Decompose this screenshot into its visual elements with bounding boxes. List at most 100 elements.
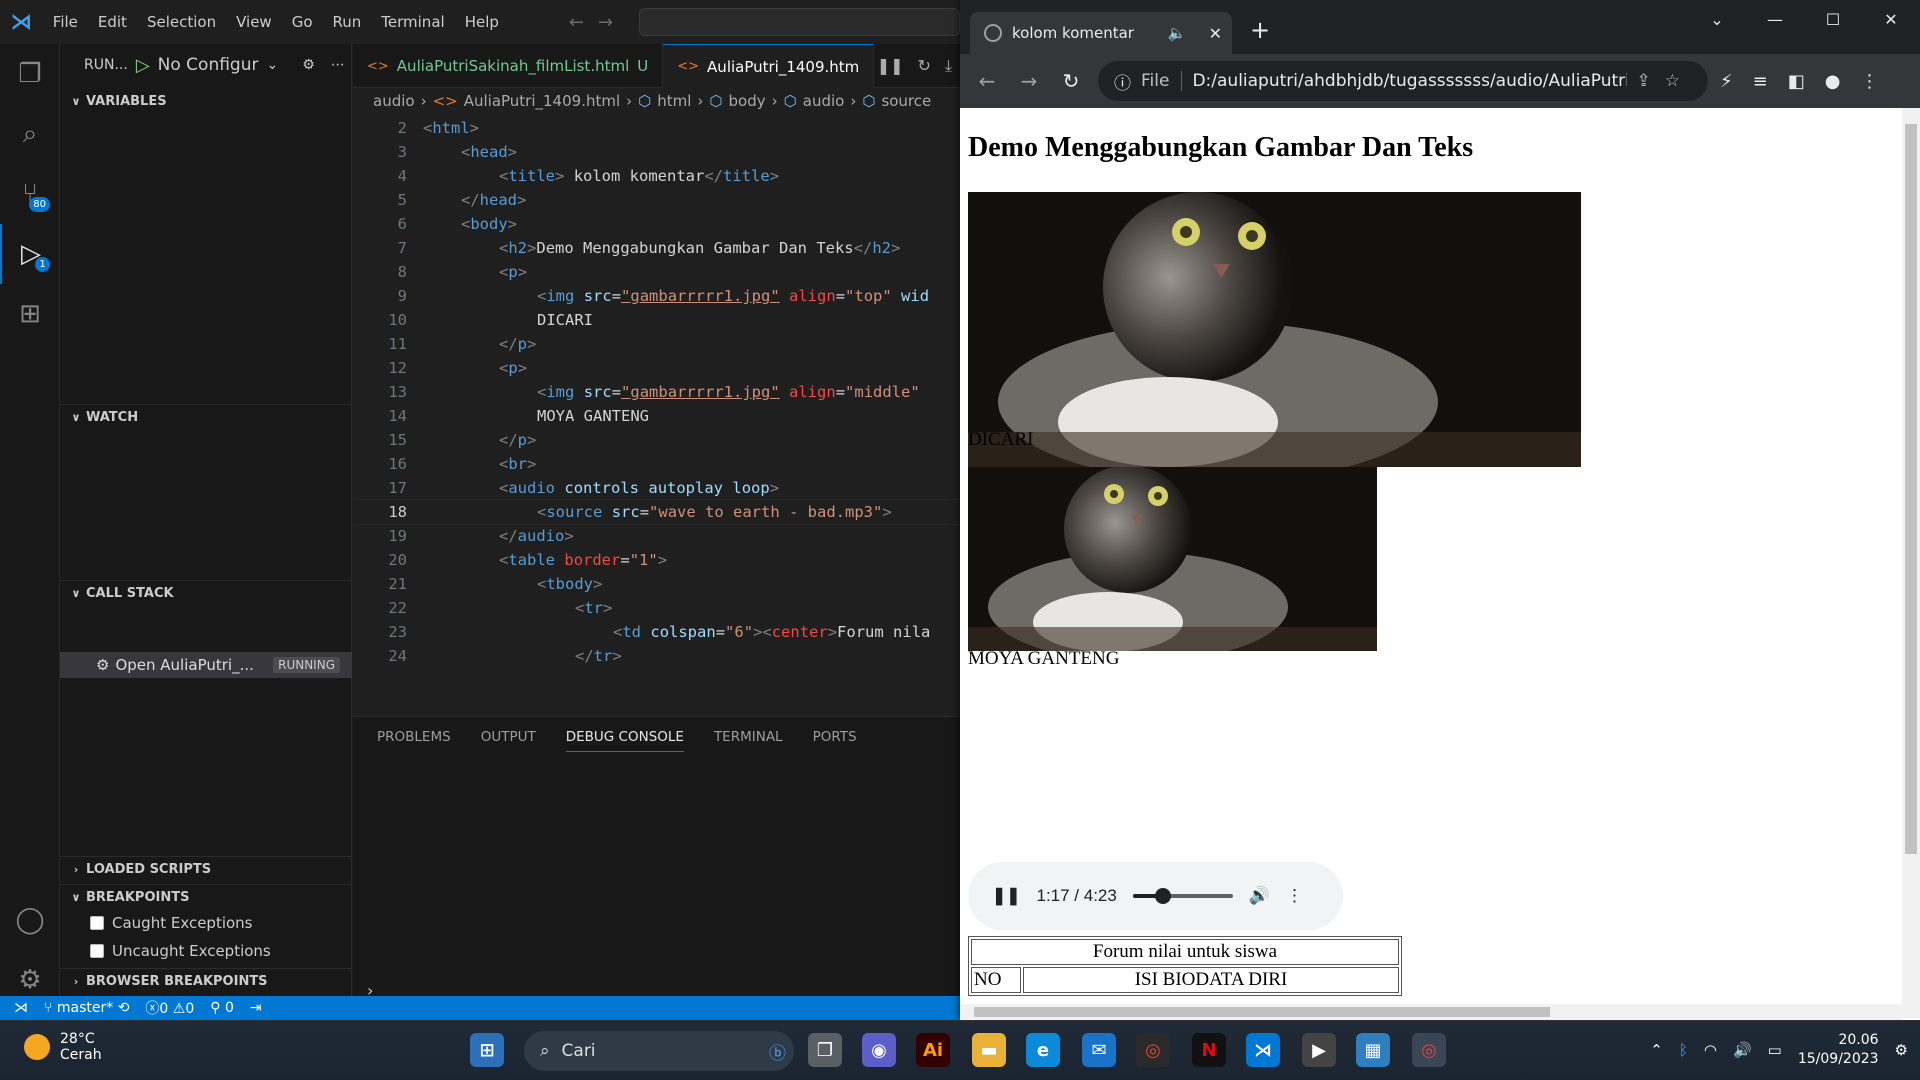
tab-terminal[interactable]: TERMINAL (714, 729, 783, 745)
run-debug-icon[interactable]: ▷ 1 (0, 224, 60, 284)
extensions-icon[interactable]: ⊞ (0, 284, 60, 344)
audio-more-icon[interactable]: ⋮ (1286, 886, 1303, 906)
breadcrumb-item[interactable]: AuliaPutri_1409.html (464, 92, 620, 110)
loaded-scripts-section-header[interactable]: › LOADED SCRIPTS (60, 856, 352, 882)
code-editor[interactable]: 2 <html> 3 <head> 4 <title> kolom komentar<… (353, 116, 960, 716)
breakpoints-section-header[interactable]: ∨ BREAKPOINTS (60, 884, 352, 910)
browser-breakpoints-section-header[interactable]: › BROWSER BREAKPOINTS (60, 968, 352, 994)
tab-problems[interactable]: PROBLEMS (377, 729, 451, 745)
uncaught-exceptions-row[interactable]: Uncaught Exceptions (90, 942, 271, 960)
vertical-scrollbar[interactable] (1902, 108, 1920, 1018)
control-panel-icon[interactable]: ▦ (1356, 1033, 1390, 1067)
menu-terminal[interactable]: Terminal (371, 0, 454, 44)
more-actions-icon[interactable]: ⋯ (331, 57, 345, 73)
maximize-icon[interactable]: ☐ (1804, 0, 1862, 40)
tab-auliaputri-1409[interactable]: <> AuliaPutri_1409.htm (663, 44, 875, 88)
audio-player[interactable]: ❚❚ 1:17 / 4:23 🔊 ⋮ (968, 862, 1343, 930)
file-explorer-icon[interactable]: ▬ (972, 1033, 1006, 1067)
call-stack-item[interactable]: ⚙ Open AuliaPutri_... RUNNING (60, 652, 352, 678)
task-view-icon[interactable]: ❐ (808, 1033, 842, 1067)
url-text[interactable]: D:/auliaputri/ahdbhjdb/tugasssssss/audio… (1192, 71, 1626, 91)
side-panel-icon[interactable]: ◧ (1788, 71, 1805, 92)
nav-back-forward-icon[interactable]: ←→ (569, 12, 627, 33)
close-tab-icon[interactable]: ✕ (1209, 24, 1222, 43)
menu-view[interactable]: View (226, 0, 282, 44)
tab-filmlist[interactable]: <> AuliaPutriSakinah_filmList.html U (353, 44, 664, 88)
branch-item[interactable]: ⑂ master* ⟲ (44, 1000, 129, 1016)
breadcrumb-item[interactable]: source (881, 92, 931, 110)
scrollbar-thumb[interactable] (974, 1007, 1550, 1017)
browser-menu-icon[interactable]: ⋮ (1860, 71, 1878, 92)
breadcrumb-item[interactable]: html (657, 92, 691, 110)
extension-icon[interactable]: ⚡ (1720, 71, 1733, 92)
browser-tab[interactable]: kolom komentar 🔈 ✕ (970, 12, 1232, 54)
tab-ports[interactable]: PORTS (813, 729, 857, 745)
share-bookmark-icons[interactable]: ⇪☆ (1637, 71, 1694, 91)
menu-run[interactable]: Run (323, 0, 372, 44)
step-icon[interactable]: ⤓ (945, 56, 952, 76)
menu-file[interactable]: File (43, 0, 88, 44)
wifi-icon[interactable]: ◠ (1704, 1041, 1717, 1059)
chrome-icon[interactable]: ◎ (1136, 1033, 1170, 1067)
audio-progress-knob[interactable] (1154, 888, 1171, 904)
volume-icon[interactable]: 🔊 (1733, 1041, 1752, 1059)
launch-config-select[interactable]: No Configur (158, 55, 259, 75)
forward-icon[interactable]: → (1008, 69, 1050, 93)
tab-debug-console[interactable]: DEBUG CONSOLE (565, 729, 684, 752)
netflix-icon[interactable]: N (1192, 1033, 1226, 1067)
teams-chat-icon[interactable]: ◉ (862, 1033, 896, 1067)
menu-go[interactable]: Go (282, 0, 323, 44)
uncaught-exceptions-checkbox[interactable] (90, 944, 104, 958)
mail-icon[interactable]: ✉ (1082, 1033, 1116, 1067)
debug-status-icon[interactable]: ⇥ (250, 1000, 262, 1016)
breadcrumb-item[interactable]: audio (373, 92, 415, 110)
account-icon[interactable]: ◯ (0, 890, 60, 950)
media-player-icon[interactable]: ▶ (1302, 1033, 1336, 1067)
profile-avatar-icon[interactable]: ● (1825, 71, 1841, 92)
ports-item[interactable]: ⚲ 0 (210, 1000, 234, 1016)
breadcrumb-item[interactable]: body (729, 92, 766, 110)
menu-edit[interactable]: Edit (88, 0, 137, 44)
chrome-active-icon[interactable]: ◎ (1412, 1033, 1446, 1067)
problems-item[interactable]: ⓧ0 ⚠0 (145, 998, 194, 1018)
scrollbar-thumb[interactable] (1905, 124, 1917, 854)
taskbar-clock[interactable]: 20.06 15/09/2023 (1798, 1031, 1879, 1069)
audio-progress-slider[interactable] (1132, 888, 1233, 904)
menu-selection[interactable]: Selection (137, 0, 226, 44)
caught-exceptions-row[interactable]: Caught Exceptions (90, 914, 253, 932)
new-tab-icon[interactable]: + (1250, 16, 1270, 44)
address-bar[interactable]: ⓘ File D:/auliaputri/ahdbhjdb/tugassssss… (1098, 61, 1708, 101)
gear-icon[interactable]: ⚙ (302, 57, 315, 73)
minimize-icon[interactable]: — (1746, 0, 1804, 40)
start-debug-play-icon[interactable]: ▷ (136, 55, 150, 76)
back-icon[interactable]: ← (966, 69, 1008, 93)
menu-help[interactable]: Help (455, 0, 509, 44)
watch-section-header[interactable]: ∨ WATCH (60, 404, 352, 430)
pause-icon[interactable]: ❚❚ (992, 886, 1021, 906)
audio-playing-icon[interactable]: 🔈 (1168, 24, 1187, 42)
restart-icon[interactable]: ↻ (918, 56, 931, 75)
explorer-icon[interactable]: ❐ (0, 44, 60, 104)
source-control-icon[interactable]: ⑂ 80 (0, 164, 60, 224)
caught-exceptions-checkbox[interactable] (90, 916, 104, 930)
chevron-down-icon[interactable]: ⌄ (267, 57, 279, 73)
tab-search-chevron-icon[interactable]: ⌄ (1688, 0, 1746, 40)
close-window-icon[interactable]: ✕ (1862, 0, 1920, 40)
bing-icon[interactable]: ⓑ (769, 1039, 786, 1064)
media-control-icon[interactable]: ≡ (1753, 71, 1768, 92)
pause-icon[interactable]: ❚❚ (877, 56, 904, 75)
search-icon[interactable]: ⌕ (0, 104, 60, 164)
variables-section-header[interactable]: ∨ VARIABLES (60, 88, 352, 114)
call-stack-section-header[interactable]: ∨ CALL STACK (60, 580, 352, 606)
command-center-input[interactable] (639, 8, 960, 36)
breadcrumb-item[interactable]: audio (803, 92, 845, 110)
taskbar-search-input[interactable]: ⌕ Cari ⓑ (524, 1031, 794, 1071)
info-icon[interactable]: ⓘ (1114, 69, 1131, 94)
battery-icon[interactable]: ▭ (1768, 1041, 1782, 1059)
tray-overflow-chevron-icon[interactable]: ⌃ (1650, 1041, 1663, 1059)
illustrator-icon[interactable]: Ai (916, 1033, 950, 1067)
tab-output[interactable]: OUTPUT (481, 729, 536, 745)
vscode-icon[interactable]: ⋊ (1246, 1033, 1280, 1067)
remote-icon[interactable]: ⋊ (14, 1000, 28, 1016)
notification-icon[interactable]: ⚙ (1895, 1041, 1908, 1059)
